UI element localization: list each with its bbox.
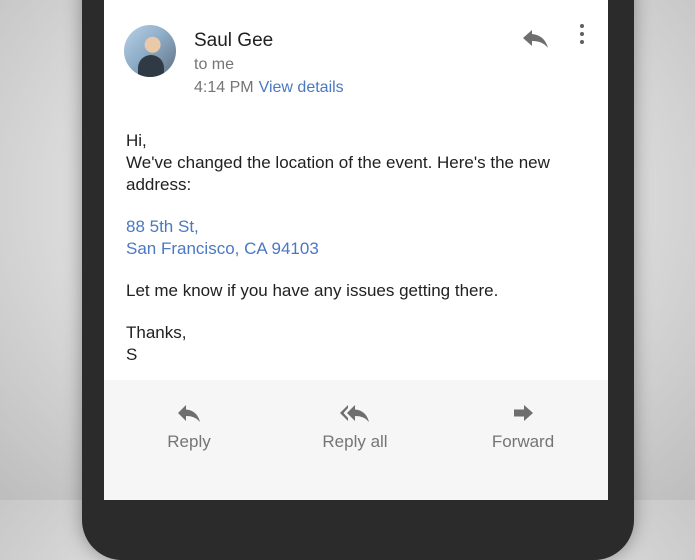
sender-avatar[interactable]: [124, 25, 176, 77]
view-details-link[interactable]: View details: [259, 79, 344, 96]
email-text-block: Hi, We've changed the location of the ev…: [126, 130, 586, 196]
reply-all-label: Reply all: [322, 432, 388, 451]
reply-button-top[interactable]: [520, 26, 550, 50]
reply-all-button[interactable]: Reply all: [290, 402, 420, 452]
reply-label: Reply: [167, 432, 211, 451]
reply-icon: [178, 405, 200, 422]
address-line-2[interactable]: San Francisco, CA 94103: [126, 239, 319, 258]
email-time: 4:14 PM: [194, 79, 254, 96]
forward-label: Forward: [491, 432, 555, 451]
address-line-1[interactable]: 88 5th St,: [126, 217, 199, 236]
email-meta: 4:14 PM View details: [194, 79, 344, 97]
body-paragraph-2: Let me know if you have any issues getti…: [126, 281, 499, 300]
body-paragraph-1: We've changed the location of the event.…: [126, 153, 550, 194]
email-screen: Saul Gee to me 4:14 PM View details Hi, W…: [104, 0, 608, 500]
sender-name[interactable]: Saul Gee: [194, 30, 273, 52]
signoff: Thanks,: [126, 323, 187, 342]
signoff-block: Thanks, S: [126, 322, 586, 366]
recipient-line: to me: [194, 56, 235, 73]
reply-button[interactable]: Reply: [124, 402, 254, 452]
greeting: Hi,: [126, 131, 147, 150]
more-options-button[interactable]: [574, 24, 590, 52]
reply-icon: [523, 30, 548, 48]
email-actions-bar: Reply Reply all Forward: [104, 380, 608, 500]
address-block: 88 5th St, San Francisco, CA 94103: [126, 216, 586, 260]
forward-button[interactable]: Forward: [458, 402, 588, 452]
more-vert-icon: [574, 24, 590, 44]
reply-all-icon: [340, 405, 369, 422]
email-body: Hi, We've changed the location of the ev…: [126, 130, 586, 386]
email-header: Saul Gee to me 4:14 PM View details: [104, 0, 608, 115]
forward-icon: [514, 405, 533, 421]
signature: S: [126, 345, 138, 364]
